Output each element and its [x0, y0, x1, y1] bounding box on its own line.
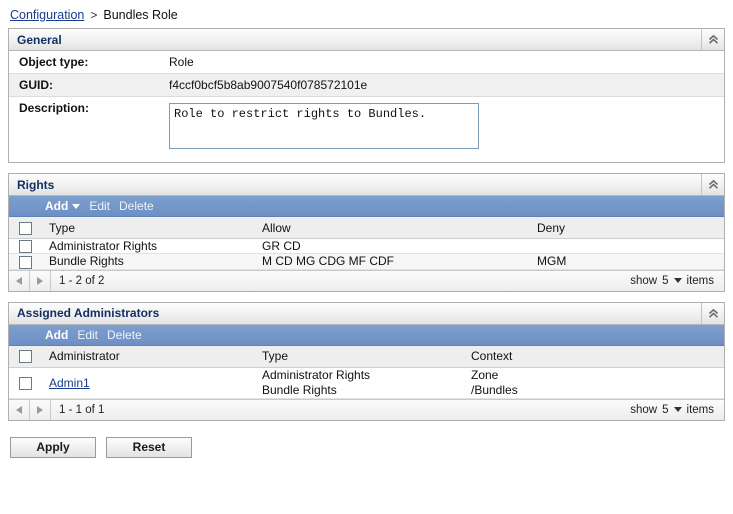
- rights-row-check-cell: [9, 238, 49, 255]
- rights-panel-title: Rights: [17, 177, 55, 192]
- table-row[interactable]: Administrator Rights GR CD: [9, 238, 724, 255]
- triangle-right-icon: [37, 276, 43, 285]
- rights-row-checkbox[interactable]: [19, 255, 32, 269]
- assigned-administrators-pager: 1 - 1 of 1 show 5 items: [9, 398, 724, 420]
- general-panel-title: General: [17, 32, 62, 47]
- assigned-administrators-cell-type: Administrator Rights Bundle Rights: [262, 367, 471, 399]
- triangle-left-icon: [16, 276, 22, 285]
- administrator-link-admin1[interactable]: Admin1: [49, 376, 90, 390]
- form-actions: Apply Reset: [0, 431, 733, 458]
- assigned-administrators-table: Administrator Type Context Admin1 Admini…: [9, 345, 724, 399]
- assigned-administrators-panel: Assigned Administrators Add Edit Delete …: [8, 301, 725, 421]
- caret-down-icon[interactable]: [673, 278, 682, 284]
- rights-cell-type: Administrator Rights: [49, 238, 262, 255]
- assigned-administrators-column-administrator: Administrator: [49, 345, 262, 368]
- general-panel-header: General: [9, 29, 724, 51]
- rights-edit-button[interactable]: Edit: [89, 199, 110, 213]
- rights-cell-type: Bundle Rights: [49, 253, 262, 270]
- rights-cell-allow: GR CD: [262, 238, 537, 255]
- rights-show-label: show: [630, 274, 658, 287]
- assigned-administrators-panel-title: Assigned Administrators: [17, 306, 160, 321]
- rights-row-check-cell: [9, 253, 49, 270]
- rights-select-all-checkbox[interactable]: [19, 221, 32, 235]
- assigned-administrators-table-header-row: Administrator Type Context: [9, 345, 724, 368]
- rights-column-allow: Allow: [262, 217, 537, 239]
- assigned-administrators-column-type: Type: [262, 345, 471, 368]
- double-chevron-up-icon: [707, 178, 720, 191]
- assigned-administrators-cell-administrator: Admin1: [49, 367, 262, 399]
- double-chevron-up-icon: [707, 307, 720, 320]
- rights-page-size-value: 5: [662, 274, 669, 287]
- description-label: Description:: [19, 101, 90, 115]
- rights-cell-deny: [537, 238, 724, 255]
- rights-panel-header: Rights: [9, 174, 724, 196]
- guid-value: f4ccf0bcf5b8ab9007540f078572101e: [169, 78, 368, 92]
- assigned-administrators-select-all-checkbox[interactable]: [19, 350, 32, 364]
- general-row-object-type: Object type: Role: [9, 51, 724, 74]
- rights-add-button[interactable]: Add: [45, 199, 81, 213]
- assigned-administrators-page-size-value: 5: [662, 403, 669, 416]
- rights-table: Type Allow Deny Administrator Rights GR …: [9, 217, 724, 270]
- table-row[interactable]: Admin1 Administrator Rights Bundle Right…: [9, 367, 724, 399]
- rights-panel: Rights Add Edit Delete Type Allow Deny A…: [8, 173, 725, 292]
- rights-pager-range: 1 - 2 of 2: [59, 274, 105, 287]
- caret-down-icon[interactable]: [673, 407, 682, 413]
- reset-button[interactable]: Reset: [106, 436, 192, 458]
- assigned-administrators-show-label: show: [630, 403, 658, 416]
- assigned-administrators-cell-context: Zone /Bundles: [471, 367, 724, 399]
- assigned-administrators-edit-button[interactable]: Edit: [77, 328, 98, 342]
- rights-table-header-row: Type Allow Deny: [9, 217, 724, 239]
- triangle-right-icon: [37, 405, 43, 414]
- rights-column-type: Type: [49, 217, 262, 239]
- rights-pager: 1 - 2 of 2 show 5 items: [9, 269, 724, 291]
- general-row-guid: GUID: f4ccf0bcf5b8ab9007540f078572101e: [9, 74, 724, 97]
- rights-column-deny: Deny: [537, 217, 724, 239]
- assigned-administrators-page-size-control[interactable]: show 5 items: [630, 404, 724, 416]
- guid-label: GUID:: [19, 78, 53, 92]
- assigned-administrators-panel-header: Assigned Administrators: [9, 302, 724, 325]
- assigned-administrators-pager-next-button[interactable]: [30, 399, 51, 420]
- rights-pager-prev-button[interactable]: [9, 270, 30, 291]
- assigned-administrators-column-context: Context: [471, 345, 724, 368]
- assigned-administrators-select-all-cell: [9, 345, 49, 368]
- table-row[interactable]: Bundle Rights M CD MG CDG MF CDF MGM: [9, 253, 724, 270]
- assigned-administrators-delete-button[interactable]: Delete: [107, 328, 142, 342]
- rights-select-all-cell: [9, 217, 49, 239]
- assigned-administrators-items-label: items: [686, 403, 714, 416]
- double-chevron-up-icon: [707, 33, 720, 46]
- general-collapse-button[interactable]: [701, 29, 724, 50]
- description-textarea[interactable]: [169, 103, 479, 149]
- rights-items-label: items: [686, 274, 714, 287]
- rights-collapse-button[interactable]: [701, 174, 724, 195]
- assigned-administrators-pager-prev-button[interactable]: [9, 399, 30, 420]
- assigned-administrators-pager-range: 1 - 1 of 1: [59, 403, 105, 416]
- rights-cell-deny: MGM: [537, 253, 724, 270]
- rights-pager-next-button[interactable]: [30, 270, 51, 291]
- general-panel: General Object type: Role GUID: f4ccf0bc…: [8, 28, 725, 163]
- rights-toolbar: Add Edit Delete: [9, 196, 724, 217]
- rights-page-size-control[interactable]: show 5 items: [630, 275, 724, 287]
- breadcrumb-current: Bundles Role: [103, 8, 178, 22]
- rights-cell-allow: M CD MG CDG MF CDF: [262, 253, 537, 270]
- assigned-administrators-toolbar: Add Edit Delete: [9, 324, 724, 346]
- rights-add-label: Add: [45, 199, 69, 213]
- object-type-label: Object type:: [19, 55, 89, 69]
- object-type-value: Role: [169, 55, 194, 69]
- rights-delete-button[interactable]: Delete: [119, 199, 154, 213]
- assigned-administrators-row-checkbox[interactable]: [19, 376, 32, 390]
- apply-button[interactable]: Apply: [10, 436, 96, 458]
- assigned-administrators-row-check-cell: [9, 367, 49, 399]
- breadcrumb-separator-icon: >: [90, 8, 98, 22]
- rights-row-checkbox[interactable]: [19, 240, 32, 254]
- assigned-administrators-collapse-button[interactable]: [701, 302, 724, 324]
- general-row-description: Description:: [9, 97, 724, 162]
- assigned-administrators-add-button[interactable]: Add: [45, 328, 68, 342]
- triangle-left-icon: [16, 405, 22, 414]
- breadcrumb-link-configuration[interactable]: Configuration: [10, 8, 84, 22]
- caret-down-icon: [72, 203, 81, 209]
- breadcrumb: Configuration > Bundles Role: [0, 0, 733, 28]
